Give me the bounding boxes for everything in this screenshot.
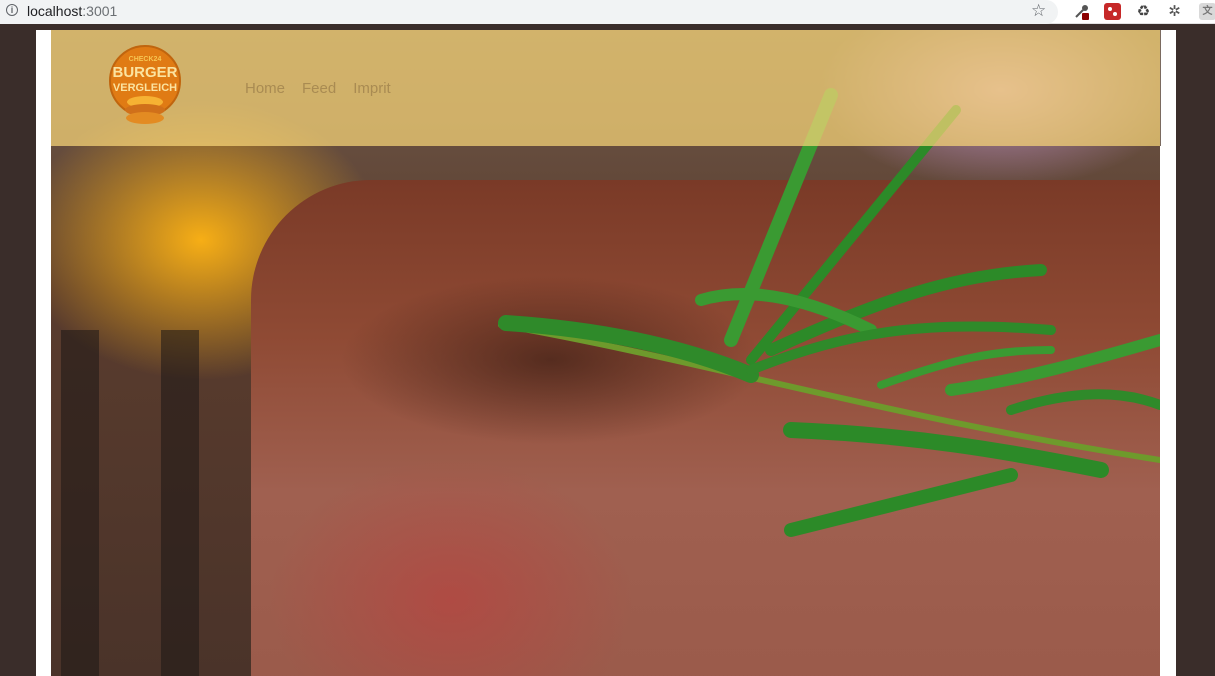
eyedropper-icon[interactable] (1073, 3, 1090, 20)
logo-text-burger: BURGER (112, 64, 177, 81)
star-icon[interactable]: ☆ (1031, 1, 1046, 21)
main-nav: Home Feed Imprit (245, 79, 391, 99)
logo-text-vergleich: VERGLEICH (113, 82, 177, 94)
nav-link-feed[interactable]: Feed (302, 79, 336, 99)
info-icon[interactable]: i (6, 4, 18, 16)
logo-text-check24: CHECK24 (129, 56, 162, 63)
browser-toolbar: i localhost:3001 ☆ ♻ ✲ 文 (0, 0, 1215, 24)
address-bar[interactable]: i localhost:3001 ☆ (0, 0, 1058, 24)
page-background-left (0, 30, 36, 676)
nav-link-imprit[interactable]: Imprit (353, 79, 391, 99)
url-port: :3001 (82, 3, 118, 19)
nav-link-home[interactable]: Home (245, 79, 285, 99)
url-text[interactable]: localhost:3001 (27, 3, 117, 20)
url-host: localhost (27, 3, 83, 19)
bug-icon[interactable]: ✲ (1166, 3, 1183, 20)
extension-red-icon[interactable] (1104, 3, 1121, 20)
page-background-right (1176, 30, 1215, 676)
site-header: CHECK24 BURGER VERGLEICH Home Feed Impri… (51, 30, 1161, 146)
translate-icon[interactable]: 文 (1199, 3, 1215, 20)
burger-vergleich-logo[interactable]: CHECK24 BURGER VERGLEICH (108, 44, 182, 134)
recycle-icon[interactable]: ♻ (1135, 3, 1152, 20)
